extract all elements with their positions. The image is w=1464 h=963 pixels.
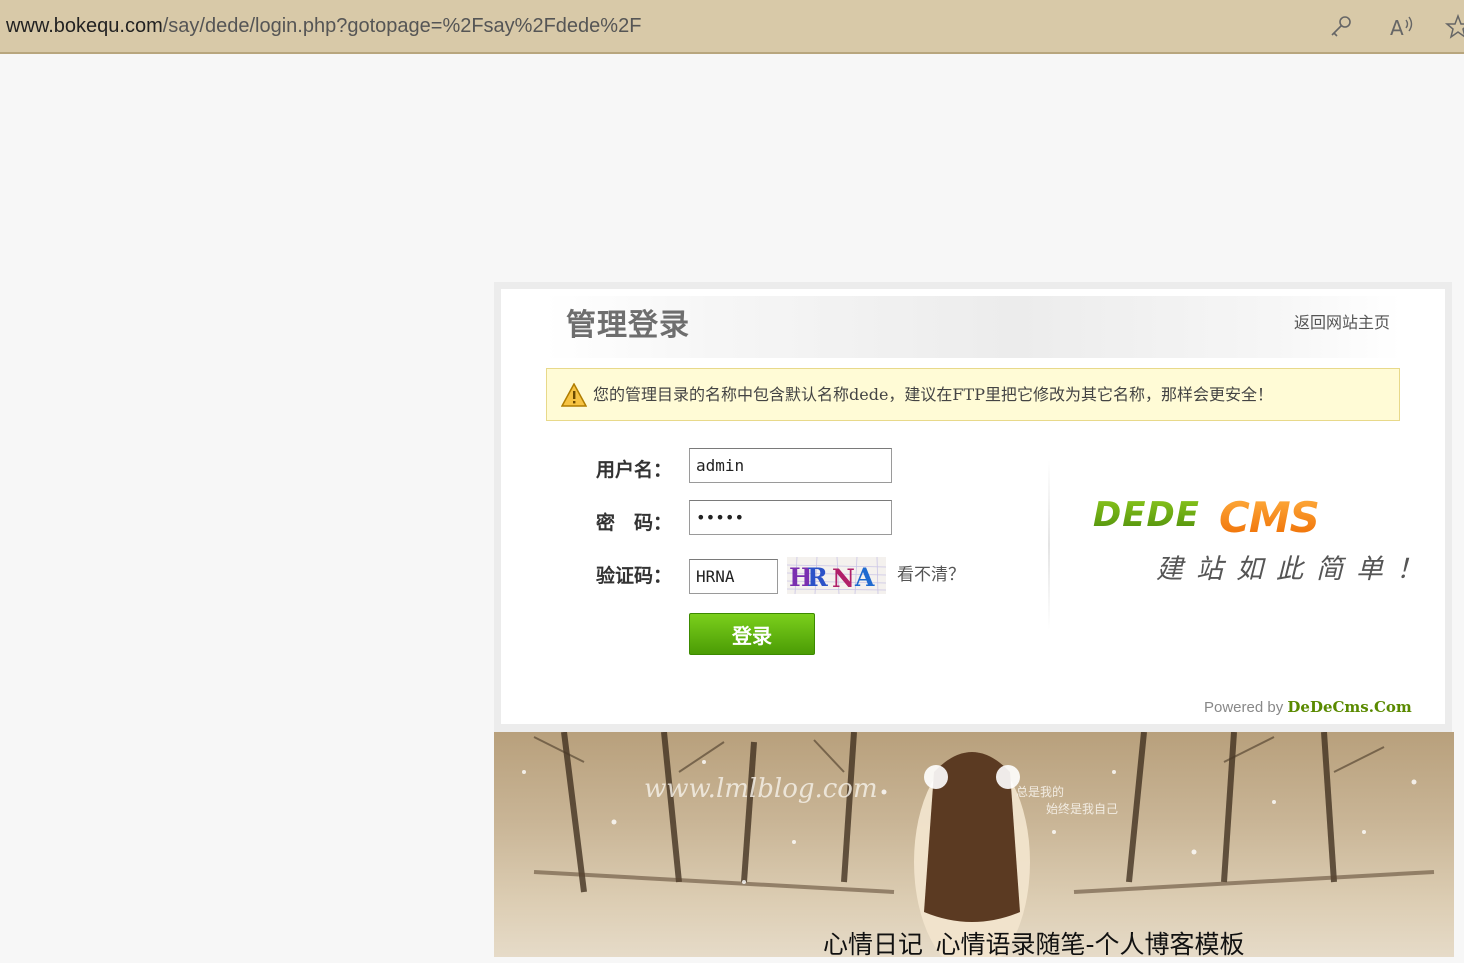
dedecms-logo: DEDE CMS	[1093, 493, 1320, 538]
password-input[interactable]	[689, 500, 892, 535]
banner-scene	[522, 732, 1435, 957]
captcha-label: 验证码：	[596, 565, 673, 587]
powered-brand-link[interactable]: DeDeCms.Com	[1287, 698, 1411, 716]
url-host: www.bokequ.com	[6, 15, 163, 37]
refresh-captcha-link[interactable]: 看不清？	[897, 563, 965, 587]
vertical-divider	[1048, 460, 1050, 630]
svg-text:CMS: CMS	[1219, 493, 1319, 538]
powered-prefix: Powered by	[1204, 699, 1288, 716]
banner-site-text: www.lmlblog.com	[644, 774, 878, 804]
captcha-input[interactable]	[689, 559, 778, 594]
warning-icon	[560, 382, 588, 407]
login-button[interactable]: 登录	[689, 613, 815, 655]
url-path: /say/dede/login.php?gotopage=%2Fsay%2Fde…	[162, 15, 642, 37]
page-title: 管理登录	[566, 308, 690, 343]
powered-by: Powered by DeDeCms.Com	[1204, 697, 1412, 718]
address-bar[interactable]: www.bokequ.com/say/dede/login.php?gotopa…	[0, 0, 1464, 54]
svg-text:A: A	[1390, 16, 1404, 40]
back-to-home-link[interactable]: 返回网站主页	[1294, 312, 1390, 334]
warning-text: 您的管理目录的名称中包含默认名称dede，建议在FTP里把它修改为其它名称，那样…	[593, 385, 1273, 404]
banner-poem-line: 始终是我自己	[1046, 802, 1119, 816]
captcha-image[interactable]: H R N A	[787, 557, 886, 594]
captcha-char: R	[807, 563, 828, 592]
captcha-char: N	[832, 564, 855, 593]
banner-poem: 总是我的 始终是我自己	[1016, 784, 1146, 818]
slogan: 建站如此简单！	[1156, 554, 1436, 585]
banner-poem-line: 总是我的	[1016, 785, 1065, 799]
banner-image: www.lmlblog.com 总是我的 始终是我自己 心情日记_心情语录随笔-…	[494, 732, 1454, 957]
captcha-char: A	[854, 563, 875, 592]
password-label: 密 码：	[596, 512, 673, 534]
key-icon[interactable]	[1326, 12, 1356, 42]
url-text[interactable]: www.bokequ.com/say/dede/login.php?gotopa…	[6, 12, 641, 40]
banner-caption: 心情日记_心情语录随笔-个人博客模板	[823, 930, 1245, 957]
warning-box: 您的管理目录的名称中包含默认名称dede，建议在FTP里把它修改为其它名称，那样…	[546, 368, 1400, 421]
username-input[interactable]	[689, 448, 892, 483]
svg-text:DEDE: DEDE	[1093, 495, 1200, 535]
username-label: 用户名：	[596, 459, 673, 481]
favorite-star-icon[interactable]	[1443, 12, 1464, 42]
read-aloud-icon[interactable]: A	[1387, 12, 1417, 42]
